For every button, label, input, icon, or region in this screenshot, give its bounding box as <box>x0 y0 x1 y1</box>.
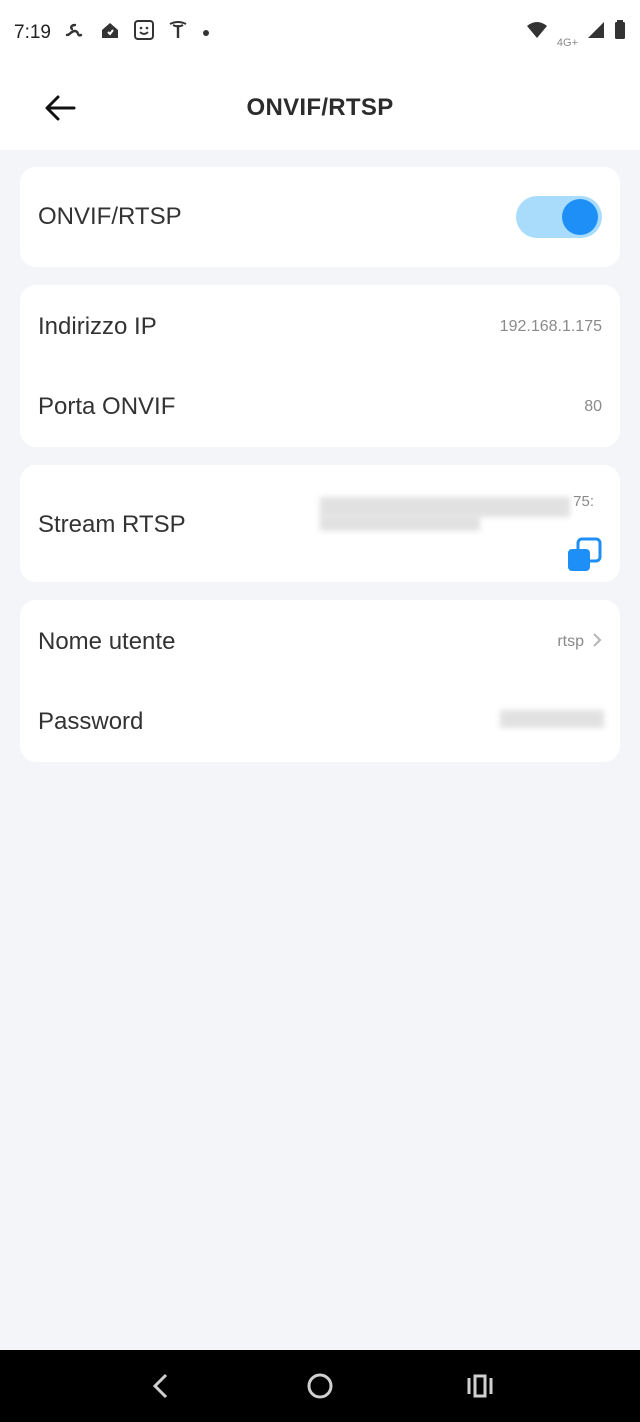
back-button[interactable] <box>40 90 80 126</box>
recents-icon <box>467 1374 493 1398</box>
page-title: ONVIF/RTSP <box>246 94 394 121</box>
stream-url-redacted-line2 <box>320 515 480 531</box>
credentials-card: Nome utente rtsp Password <box>20 600 620 762</box>
system-nav-bar <box>0 1350 640 1422</box>
onvif-label: ONVIF/RTSP <box>38 203 182 230</box>
onvif-toggle[interactable] <box>516 196 602 238</box>
onvif-toggle-row: ONVIF/RTSP <box>20 177 620 257</box>
password-label: Password <box>38 708 144 735</box>
network-card: Indirizzo IP 192.168.1.175 Porta ONVIF 8… <box>20 285 620 447</box>
network-type-label: 4G+ <box>556 37 578 49</box>
wifi-icon <box>525 20 549 46</box>
copy-icon[interactable] <box>566 537 602 573</box>
app-s-icon <box>63 19 87 47</box>
onvif-port-row: Porta ONVIF 80 <box>20 367 620 447</box>
username-value: rtsp <box>557 633 584 650</box>
dot-icon <box>201 22 211 44</box>
ip-label: Indirizzo IP <box>38 313 157 340</box>
ip-value: 192.168.1.175 <box>499 318 602 335</box>
onvif-port-value: 80 <box>584 398 602 415</box>
username-row[interactable]: Nome utente rtsp <box>20 602 620 682</box>
stream-url-redacted <box>320 497 570 517</box>
nav-home-button[interactable] <box>290 1356 350 1416</box>
nav-recents-button[interactable] <box>450 1356 510 1416</box>
stream-label: Stream RTSP <box>38 511 186 538</box>
battery-icon <box>614 20 626 46</box>
nav-back-button[interactable] <box>130 1356 190 1416</box>
signal-icon <box>586 20 606 46</box>
stream-url-fragment: 75: <box>573 493 594 510</box>
ip-row: Indirizzo IP 192.168.1.175 <box>20 287 620 367</box>
status-left: 7:19 <box>14 19 211 47</box>
onvif-port-label: Porta ONVIF <box>38 393 176 420</box>
onvif-card: ONVIF/RTSP <box>20 167 620 267</box>
tesla-icon <box>167 19 189 47</box>
app-header: ONVIF/RTSP <box>0 66 640 150</box>
toggle-knob <box>562 199 598 235</box>
username-label: Nome utente <box>38 628 176 655</box>
chevron-left-icon <box>152 1373 168 1399</box>
app-home-icon <box>99 19 121 47</box>
arrow-left-icon <box>45 95 76 121</box>
status-time: 7:19 <box>14 22 51 43</box>
password-value-redacted <box>500 710 604 728</box>
app-face-icon <box>133 19 155 47</box>
home-circle-icon <box>307 1373 333 1399</box>
chevron-right-icon <box>592 632 602 653</box>
stream-card: Stream RTSP 75: <box>20 465 620 582</box>
status-right: 4G+ <box>525 17 626 49</box>
status-bar: 7:19 4G+ <box>0 0 640 66</box>
